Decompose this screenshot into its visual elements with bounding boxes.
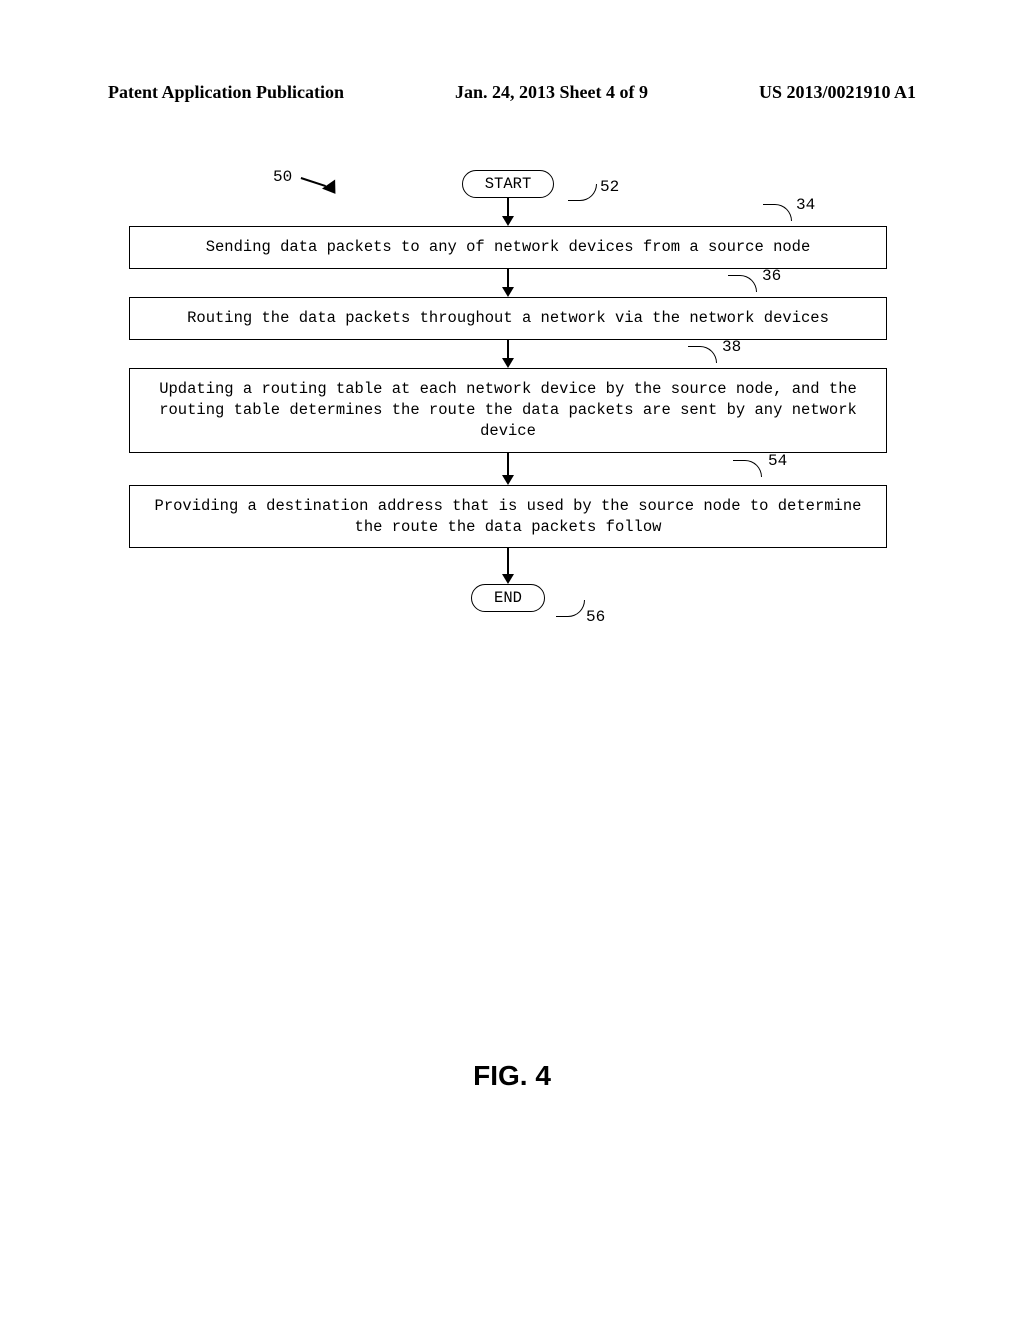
- header-patent-number: US 2013/0021910 A1: [759, 82, 916, 103]
- arrow-4-line: [507, 453, 509, 475]
- ref-38-leader: [688, 346, 717, 363]
- header-date-sheet: Jan. 24, 2013 Sheet 4 of 9: [455, 82, 648, 103]
- ref-34-leader: [763, 204, 792, 221]
- start-terminator: START: [462, 170, 555, 198]
- arrow-3-line: [507, 340, 509, 358]
- process-step-4: Providing a destination address that is …: [129, 485, 887, 549]
- ref-54-leader: [733, 460, 762, 477]
- arrow-5-line: [507, 548, 509, 574]
- arrow-2-line: [507, 269, 509, 287]
- arrow-1-head: [502, 216, 514, 226]
- ref-56: 56: [586, 608, 605, 626]
- ref-56-leader: [556, 600, 585, 617]
- flowchart: 50 START 52 34 Sending data packets to a…: [128, 170, 888, 612]
- process-step-1: Sending data packets to any of network d…: [129, 226, 887, 269]
- header-publication: Patent Application Publication: [108, 82, 344, 103]
- arrow-1-line: [507, 198, 509, 216]
- process-step-2: Routing the data packets throughout a ne…: [129, 297, 887, 340]
- end-terminator: END: [471, 584, 545, 612]
- ref-52: 52: [600, 178, 619, 196]
- page-header: Patent Application Publication Jan. 24, …: [108, 82, 916, 103]
- ref-54: 54: [768, 452, 787, 470]
- arrow-5-head: [502, 574, 514, 584]
- ref-34: 34: [796, 196, 815, 214]
- arrow-4-head: [502, 475, 514, 485]
- figure-caption: FIG. 4: [0, 1060, 1024, 1092]
- ref-36: 36: [762, 267, 781, 285]
- ref-38: 38: [722, 338, 741, 356]
- arrow-2-head: [502, 287, 514, 297]
- arrow-3-head: [502, 358, 514, 368]
- ref-52-leader: [568, 184, 597, 201]
- process-step-3: Updating a routing table at each network…: [129, 368, 887, 453]
- ref-36-leader: [728, 275, 757, 292]
